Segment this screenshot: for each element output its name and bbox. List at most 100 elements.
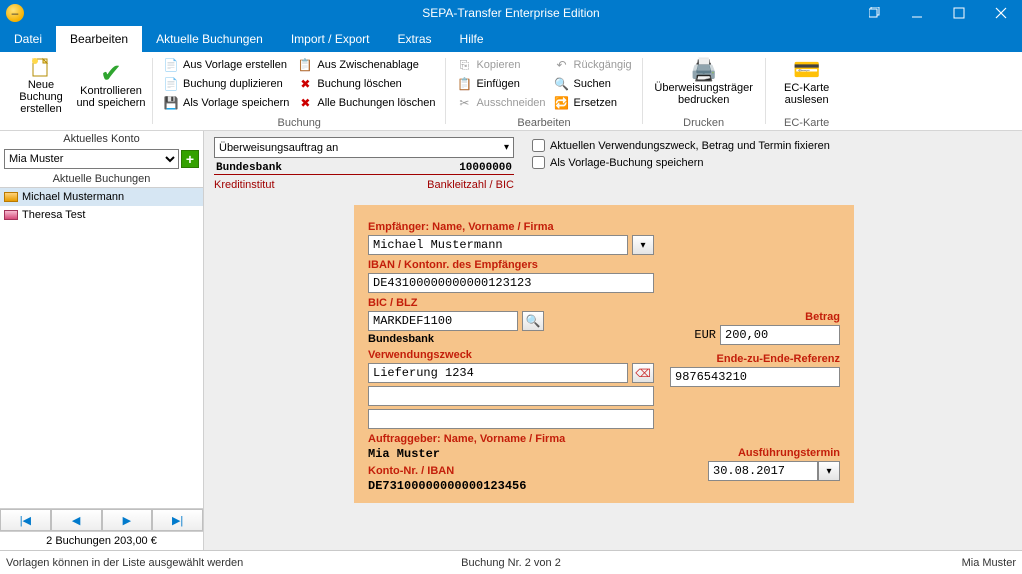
ribbon-zwischenablage-label: Aus Zwischenablage: [317, 59, 419, 71]
list-nav: |◀ ◀ ▶ ▶|: [0, 508, 203, 531]
ribbon: Neue Buchungerstellen ✔ Kontrollierenund…: [0, 52, 1022, 131]
ribbon-kontrollieren-label: Kontrollierenund speichern: [76, 85, 145, 109]
minimize-icon: [911, 7, 923, 19]
zweck-input-3[interactable]: [368, 409, 654, 429]
menu-extras[interactable]: Extras: [384, 26, 446, 52]
lbl-kreditinstitut: Kreditinstitut: [214, 179, 275, 191]
eraser-icon: ⌫: [635, 367, 651, 380]
ribbon-group-buchung-label: Buchung: [153, 117, 445, 129]
ribbon-aus-vorlage[interactable]: 📄 Aus Vorlage erstellen: [163, 56, 289, 74]
add-konto-button[interactable]: +: [181, 150, 199, 168]
ribbon-duplizieren[interactable]: 📄Buchung duplizieren: [163, 75, 289, 93]
menu-datei[interactable]: Datei: [0, 26, 56, 52]
aktuelles-konto-label: Aktuelles Konto: [0, 131, 203, 147]
konto-select[interactable]: Mia Muster: [4, 149, 179, 169]
list-item[interactable]: Michael Mustermann: [0, 188, 203, 206]
ribbon-eckarte-label: EC-Karteauslesen: [784, 82, 829, 106]
bic-input[interactable]: [368, 311, 518, 331]
close-button[interactable]: [980, 0, 1022, 26]
template-icon: 📄: [163, 58, 179, 72]
close-icon: [995, 7, 1007, 19]
nav-prev-button[interactable]: ◀: [51, 509, 102, 531]
ribbon-als-vorlage-label: Als Vorlage speichern: [183, 97, 289, 109]
menu-import-export[interactable]: Import / Export: [277, 26, 384, 52]
menu-aktuelle-buchungen[interactable]: Aktuelle Buchungen: [142, 26, 277, 52]
ribbon-als-vorlage[interactable]: 💾 Als Vorlage speichern: [163, 94, 289, 112]
replace-icon: 🔁: [554, 96, 570, 110]
chevron-down-icon: ▾: [826, 466, 831, 477]
ribbon-ersetzen-label: Ersetzen: [574, 97, 617, 109]
search-icon: 🔍: [554, 77, 570, 91]
delete-all-icon: ✖: [297, 96, 313, 110]
ribbon-aus-vorlage-label: Aus Vorlage erstellen: [183, 59, 287, 71]
list-item[interactable]: Theresa Test: [0, 206, 203, 224]
empfaenger-dropdown-button[interactable]: ▾: [632, 235, 654, 255]
menu-bearbeiten[interactable]: Bearbeiten: [56, 26, 142, 52]
lbl-termin: Ausführungstermin: [670, 447, 840, 459]
e2e-input[interactable]: [670, 367, 840, 387]
iban-input[interactable]: [368, 273, 654, 293]
termin-input[interactable]: [708, 461, 818, 481]
save-template-icon: 💾: [163, 96, 179, 110]
transfer-icon: [4, 210, 18, 220]
ribbon-eckarte-auslesen[interactable]: 💳 EC-Karteauslesen: [772, 56, 842, 108]
chk-fixieren-input[interactable]: [532, 139, 545, 152]
ribbon-ausschneiden-label: Ausschneiden: [476, 97, 545, 109]
minimize-button[interactable]: [896, 0, 938, 26]
ribbon-traeger-bedrucken[interactable]: 🖨️ Überweisungsträgerbedrucken: [649, 56, 759, 108]
chk-fixieren[interactable]: Aktuellen Verwendungszweck, Betrag und T…: [532, 139, 830, 152]
ribbon-kontrollieren[interactable]: ✔ Kontrollierenund speichern: [76, 59, 146, 111]
ribbon-neue-buchung[interactable]: Neue Buchungerstellen: [6, 53, 76, 117]
app-icon: –: [6, 4, 24, 22]
ribbon-duplizieren-label: Buchung duplizieren: [183, 78, 283, 90]
chk-vorlage-input[interactable]: [532, 156, 545, 169]
zweck-input-1[interactable]: [368, 363, 628, 383]
lbl-e2e: Ende-zu-Ende-Referenz: [670, 353, 840, 365]
currency-label: EUR: [694, 328, 716, 342]
lbl-empfaenger: Empfänger: Name, Vorname / Firma: [368, 221, 654, 233]
status-right: Mia Muster: [962, 557, 1016, 569]
ribbon-einfuegen[interactable]: 📋Einfügen: [456, 75, 545, 93]
ribbon-kopieren[interactable]: ⎘Kopieren: [456, 56, 545, 74]
ribbon-alle-loeschen-label: Alle Buchungen löschen: [317, 97, 435, 109]
auftrag-an-label: Überweisungsauftrag an: [219, 142, 338, 154]
nav-last-button[interactable]: ▶|: [152, 509, 203, 531]
maximize-button[interactable]: [938, 0, 980, 26]
lbl-bic: BIC / BLZ: [368, 297, 654, 309]
aktuelle-buchungen-label: Aktuelle Buchungen: [0, 171, 203, 187]
zweck-clear-button[interactable]: ⌫: [632, 363, 654, 383]
restore-button[interactable]: [854, 0, 896, 26]
empfaenger-input[interactable]: [368, 235, 628, 255]
bank-name: Bundesbank: [216, 162, 282, 174]
search-icon: 🔍: [526, 314, 541, 328]
nav-next-button[interactable]: ▶: [102, 509, 153, 531]
menubar: Datei Bearbeiten Aktuelle Buchungen Impo…: [0, 26, 1022, 52]
ribbon-zwischenablage[interactable]: 📋Aus Zwischenablage: [297, 56, 435, 74]
ribbon-ersetzen[interactable]: 🔁 Ersetzen: [554, 94, 632, 112]
lbl-betrag: Betrag: [670, 311, 840, 323]
ribbon-suchen[interactable]: 🔍Suchen: [554, 75, 632, 93]
window-buttons: [854, 0, 1022, 26]
chk-vorlage[interactable]: Als Vorlage-Buchung speichern: [532, 156, 830, 169]
buchung-list: Michael Mustermann Theresa Test: [0, 187, 203, 508]
chk-vorlage-label: Als Vorlage-Buchung speichern: [550, 157, 703, 169]
zweck-input-2[interactable]: [368, 386, 654, 406]
ribbon-rueckgaengig[interactable]: ↶ Rückgängig: [554, 56, 632, 74]
ribbon-ausschneiden[interactable]: ✂Ausschneiden: [456, 94, 545, 112]
undo-icon: ↶: [554, 58, 570, 72]
lbl-zweck: Verwendungszweck: [368, 349, 654, 361]
menu-hilfe[interactable]: Hilfe: [446, 26, 498, 52]
auftrag-an-select[interactable]: Überweisungsauftrag an ▾: [214, 137, 514, 158]
restore-icon: [869, 7, 881, 19]
ribbon-alle-loeschen[interactable]: ✖ Alle Buchungen löschen: [297, 94, 435, 112]
nav-first-button[interactable]: |◀: [0, 509, 51, 531]
ribbon-rueckgaengig-label: Rückgängig: [574, 59, 632, 71]
lbl-blz: Bankleitzahl / BIC: [427, 179, 514, 191]
new-document-icon: [30, 55, 52, 79]
titlebar: – SEPA-Transfer Enterprise Edition: [0, 0, 1022, 26]
betrag-input[interactable]: [720, 325, 840, 345]
bic-lookup-button[interactable]: 🔍: [522, 311, 544, 331]
lbl-kontonr: Konto-Nr. / IBAN: [368, 465, 654, 477]
termin-dropdown-button[interactable]: ▾: [818, 461, 840, 481]
ribbon-loeschen[interactable]: ✖Buchung löschen: [297, 75, 435, 93]
